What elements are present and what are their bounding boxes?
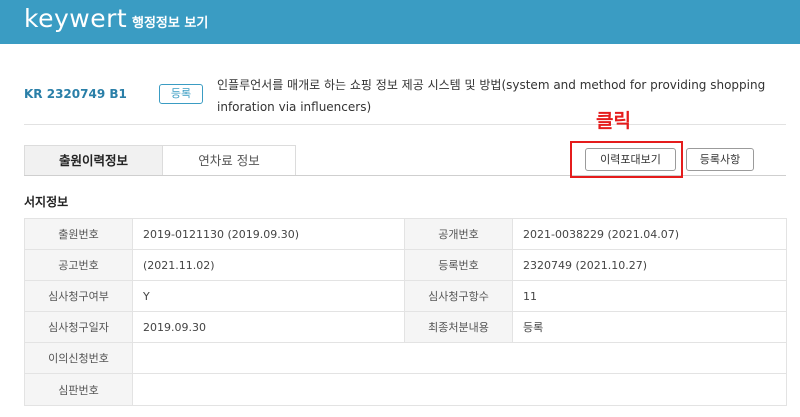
field-value: (2021.11.02) xyxy=(132,249,405,281)
field-label: 등록번호 xyxy=(404,249,513,281)
table-row: 심판번호 xyxy=(24,373,787,406)
status-badge: 등록 xyxy=(159,84,203,104)
field-label: 심판번호 xyxy=(24,373,133,406)
field-label: 이의신청번호 xyxy=(24,342,133,374)
header-divider xyxy=(24,124,786,125)
patent-title: 인플루언서를 매개로 하는 쇼핑 정보 제공 시스템 및 방법(system a… xyxy=(217,78,766,114)
field-value: 11 xyxy=(512,280,787,312)
field-value xyxy=(132,373,787,406)
patent-number: KR 2320749 B1 xyxy=(24,87,127,101)
bibliographic-table: 출원번호 2019-0121130 (2019.09.30) 공개번호 2021… xyxy=(24,218,787,406)
table-row: 공고번호 (2021.11.02) 등록번호 2320749 (2021.10.… xyxy=(24,249,787,281)
table-row: 심사청구여부 Y 심사청구항수 11 xyxy=(24,280,787,312)
field-label: 최종처분내용 xyxy=(404,311,513,343)
field-value xyxy=(132,342,787,374)
tab-application-history[interactable]: 출원이력정보 xyxy=(24,145,163,176)
field-label: 심사청구일자 xyxy=(24,311,133,343)
page-title: 행정정보 보기 xyxy=(132,16,209,31)
field-label: 공고번호 xyxy=(24,249,133,281)
table-row: 심사청구일자 2019.09.30 최종처분내용 등록 xyxy=(24,311,787,343)
field-value: 2019.09.30 xyxy=(132,311,405,343)
click-annotation: 클릭 xyxy=(596,110,631,132)
table-row: 출원번호 2019-0121130 (2019.09.30) 공개번호 2021… xyxy=(24,218,787,250)
top-bar: keywert 행정정보 보기 xyxy=(0,0,800,44)
tab-annual-fee[interactable]: 연차료 정보 xyxy=(163,145,296,176)
field-value: 2019-0121130 (2019.09.30) xyxy=(132,218,405,250)
section-title: 서지정보 xyxy=(24,195,69,209)
field-value: 2320749 (2021.10.27) xyxy=(512,249,787,281)
brand-logo[interactable]: keywert xyxy=(24,4,127,33)
field-label: 공개번호 xyxy=(404,218,513,250)
field-label: 출원번호 xyxy=(24,218,133,250)
field-label: 심사청구항수 xyxy=(404,280,513,312)
field-value: 등록 xyxy=(512,311,787,343)
field-value: 2021-0038229 (2021.04.07) xyxy=(512,218,787,250)
field-label: 심사청구여부 xyxy=(24,280,133,312)
history-view-button[interactable]: 이력포대보기 xyxy=(585,148,676,171)
registration-info-button[interactable]: 등록사항 xyxy=(686,148,754,171)
field-value: Y xyxy=(132,280,405,312)
table-row: 이의신청번호 xyxy=(24,342,787,374)
